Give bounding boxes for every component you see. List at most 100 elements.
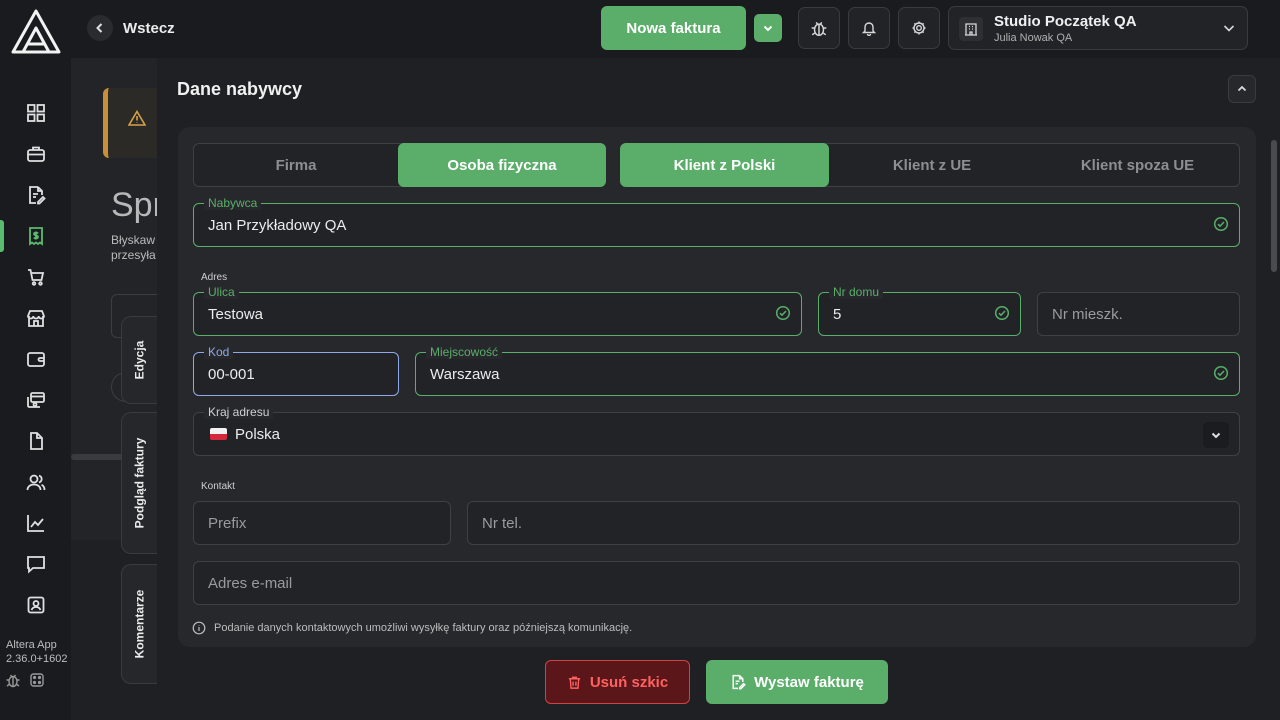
dice-icon[interactable] <box>29 672 45 688</box>
poland-flag-icon <box>210 428 227 440</box>
delete-draft-button[interactable]: Usuń szkic <box>545 660 690 704</box>
background-page-subtitle: Błyskaw <box>111 233 156 247</box>
cart-icon[interactable] <box>0 257 71 297</box>
users-icon[interactable] <box>0 462 71 502</box>
file-icon[interactable] <box>0 421 71 461</box>
buyer-form-card: Firma Osoba fizyczna Klient z Polski Kli… <box>178 127 1256 647</box>
app-logo-icon[interactable] <box>11 8 61 54</box>
building-icon <box>959 17 983 41</box>
chevron-up-icon <box>1236 83 1248 95</box>
info-icon <box>192 621 206 635</box>
street-value: Testowa <box>208 306 264 323</box>
app-version: Altera App 2.36.0+1602 <box>6 638 67 666</box>
user-card-icon[interactable] <box>0 585 71 625</box>
organization-name: Studio Początek QA <box>994 13 1137 30</box>
chart-icon[interactable] <box>0 503 71 543</box>
back-button[interactable]: Wstecz <box>87 15 175 41</box>
buyer-type-option-company[interactable]: Firma <box>193 143 399 187</box>
buyer-details-drawer: Dane nabywcy Firma Osoba fizyczna Klient… <box>157 58 1280 720</box>
tab-edit[interactable]: Edycja <box>121 316 157 404</box>
check-circle-icon <box>994 305 1010 321</box>
tab-comments[interactable]: Komentarze <box>121 564 157 684</box>
tab-edit-label: Edycja <box>132 340 147 380</box>
contact-info-text: Podanie danych kontaktowych umożliwi wys… <box>214 622 633 634</box>
document-edit-icon <box>730 674 746 690</box>
street-label: Ulica <box>204 285 239 299</box>
house-number-label: Nr domu <box>829 285 884 299</box>
phone-prefix-field[interactable]: Prefix <box>193 501 451 545</box>
document-edit-icon[interactable] <box>0 175 71 215</box>
dashboard-icon[interactable] <box>0 93 71 133</box>
wallet-icon[interactable] <box>0 339 71 379</box>
store-icon[interactable] <box>0 298 71 338</box>
client-origin-option-poland[interactable]: Klient z Polski <box>620 143 829 187</box>
phone-placeholder: Nr tel. <box>482 515 523 532</box>
top-bar: Wstecz Nowa faktura Studio Początek QA J… <box>71 0 1280 58</box>
house-number-field[interactable]: Nr domu 5 <box>818 285 1021 336</box>
warning-banner <box>103 88 161 158</box>
gear-icon <box>911 20 927 36</box>
tab-comments-label: Komentarze <box>132 589 147 659</box>
postal-code-label: Kod <box>204 345 234 359</box>
chevron-left-icon <box>87 15 113 41</box>
phone-prefix-placeholder: Prefix <box>208 515 247 532</box>
street-field[interactable]: Ulica Testowa <box>193 285 802 336</box>
scrollbar[interactable] <box>1271 140 1277 272</box>
city-label: Miejscowość <box>426 345 503 359</box>
client-origin-option-non-eu[interactable]: Klient spoza UE <box>1035 143 1240 187</box>
contact-section-label: Kontakt <box>201 481 235 492</box>
email-placeholder: Adres e-mail <box>208 575 293 592</box>
payments-icon[interactable] <box>0 380 71 420</box>
buyer-type-toggle: Firma Osoba fizyczna <box>193 143 606 187</box>
buyer-name-field[interactable]: Nabywca Jan Przykładowy QA <box>193 196 1240 247</box>
collapse-button[interactable] <box>1228 75 1256 103</box>
chevron-down-icon <box>762 22 774 34</box>
background-page-title: Spr <box>111 186 161 224</box>
issue-invoice-button[interactable]: Wystaw fakturę <box>706 660 888 704</box>
bell-icon <box>861 20 877 36</box>
panel-title: Dane nabywcy <box>177 79 303 99</box>
delete-draft-label: Usuń szkic <box>589 673 669 691</box>
contact-info-note: Podanie danych kontaktowych umożliwi wys… <box>192 621 632 635</box>
invoice-icon[interactable] <box>0 216 71 256</box>
phone-field[interactable]: Nr tel. <box>467 501 1240 545</box>
buyer-name-value: Jan Przykładowy QA <box>208 217 347 234</box>
warning-icon <box>128 110 146 126</box>
apartment-number-field[interactable]: Nr mieszk. <box>1037 292 1240 336</box>
organization-switcher[interactable]: Studio Początek QA Julia Nowak QA <box>948 6 1248 50</box>
back-label: Wstecz <box>123 19 175 37</box>
new-invoice-button[interactable]: Nowa faktura <box>601 6 746 50</box>
email-field[interactable]: Adres e-mail <box>193 561 1240 605</box>
settings-button[interactable] <box>898 7 940 49</box>
country-select[interactable]: Kraj adresu Polska <box>193 405 1240 456</box>
check-circle-icon <box>1213 216 1229 232</box>
app-name: Altera App <box>6 639 57 651</box>
bug-icon <box>810 19 828 37</box>
country-label: Kraj adresu <box>204 405 274 419</box>
check-circle-icon <box>775 305 791 321</box>
tab-invoice-preview[interactable]: Podgląd faktury <box>121 412 157 554</box>
message-icon[interactable] <box>0 544 71 584</box>
new-invoice-dropdown-button[interactable] <box>754 14 782 42</box>
chevron-down-icon <box>1221 20 1237 36</box>
trash-icon <box>567 675 582 690</box>
client-origin-option-eu[interactable]: Klient z UE <box>829 143 1035 187</box>
notifications-button[interactable] <box>848 7 890 49</box>
postal-code-field[interactable]: Kod 00-001 <box>193 345 399 396</box>
issue-invoice-label: Wystaw fakturę <box>754 673 864 691</box>
tab-invoice-preview-label: Podgląd faktury <box>132 437 147 529</box>
check-circle-icon <box>1213 365 1229 381</box>
chevron-down-icon <box>1203 422 1229 448</box>
bug-report-button[interactable] <box>798 7 840 49</box>
postal-code-value: 00-001 <box>208 366 255 383</box>
address-section-label: Adres <box>201 272 228 283</box>
user-name: Julia Nowak QA <box>994 32 1073 44</box>
house-number-value: 5 <box>833 306 842 323</box>
city-value: Warszawa <box>430 366 500 383</box>
country-value: Polska <box>235 426 281 443</box>
bug-icon[interactable] <box>5 672 21 688</box>
app-version-number: 2.36.0+1602 <box>6 653 68 665</box>
briefcase-icon[interactable] <box>0 134 71 174</box>
buyer-type-option-person[interactable]: Osoba fizyczna <box>398 143 606 187</box>
city-field[interactable]: Miejscowość Warszawa <box>415 345 1240 396</box>
